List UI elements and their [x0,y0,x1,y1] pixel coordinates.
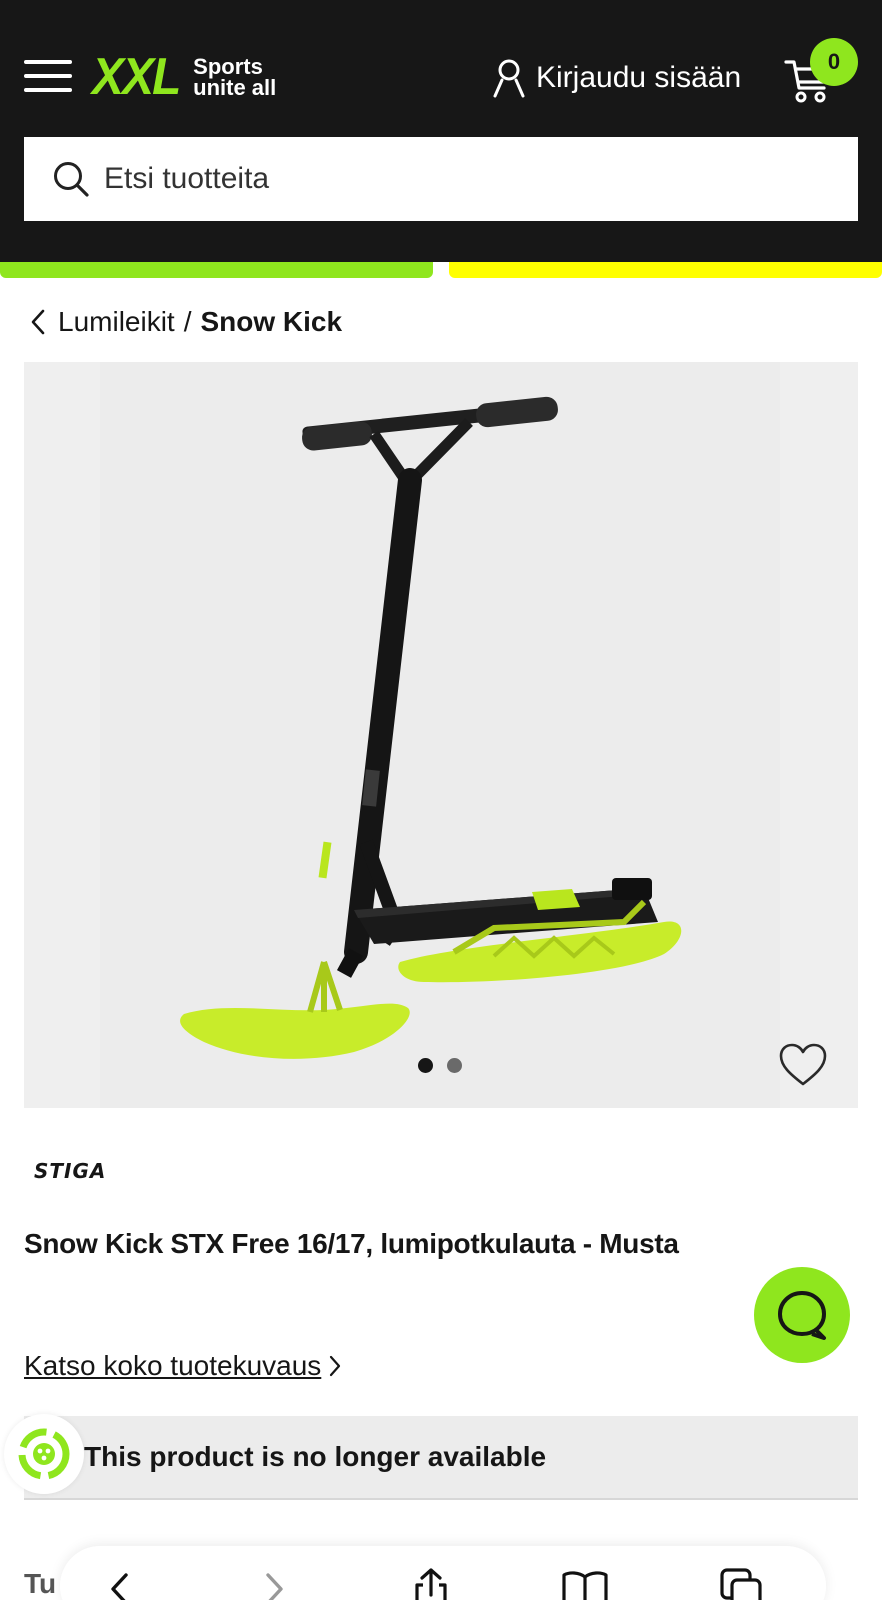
share-icon [415,1568,447,1600]
next-section-peek: Tu [24,1568,57,1599]
site-logo[interactable]: XXL Sports unite all [92,48,293,106]
product-image [100,362,780,1108]
search-input[interactable] [104,162,804,196]
breadcrumb-parent-label: Lumileikit [58,306,175,337]
menu-button[interactable] [24,58,72,94]
chat-button[interactable] [754,1267,850,1363]
book-icon [562,1571,608,1600]
gallery-dot-active[interactable] [418,1058,433,1073]
availability-message: This product is no longer available [84,1441,547,1472]
search-icon [54,162,89,197]
login-label: Kirjaudu sisään [536,61,742,94]
browser-toolbar [60,1546,826,1600]
tabs-icon [720,1568,762,1600]
heart-icon [779,1043,827,1086]
tabs-button[interactable] [716,1564,766,1600]
eco-icon [18,1428,70,1480]
eco-badge[interactable] [4,1414,84,1494]
site-header: XXL Sports unite all Kirjaudu sisään 0 [0,0,882,262]
breadcrumb: Lumileikit / Snow Kick [30,302,342,342]
chevron-right-icon [330,1355,341,1377]
chat-icon [778,1291,826,1340]
search-bar[interactable] [24,137,858,221]
availability-banner: This product is no longer available [24,1416,858,1500]
stiga-logo: STIGA [34,1159,106,1183]
bookmarks-button[interactable] [560,1564,610,1600]
full-description-link[interactable]: Katso koko tuotekuvaus [24,1350,341,1382]
chevron-left-icon [31,309,45,335]
product-title: Snow Kick STX Free 16/17, lumipotkulauta… [24,1228,679,1259]
logo-mark: XXL [92,48,181,106]
full-description-label: Katso koko tuotekuvaus [24,1350,322,1381]
logo-tagline: Sports unite all [193,54,277,100]
accent-stripe-green [0,262,433,278]
gallery-pagination [418,1058,476,1073]
browser-forward-button[interactable] [250,1564,300,1600]
breadcrumb-parent-link[interactable]: Lumileikit [30,306,175,338]
chevron-left-icon [111,1573,128,1600]
accent-stripe-yellow [449,262,882,278]
share-button[interactable] [406,1564,456,1600]
browser-back-button[interactable] [94,1564,144,1600]
gallery-dot[interactable] [447,1058,462,1073]
favorite-button[interactable] [778,1042,828,1088]
product-image-gallery[interactable] [24,362,858,1108]
breadcrumb-separator: / [183,306,192,337]
svg-text:STIGA: STIGA [34,1160,106,1182]
brand-logo[interactable]: STIGA [32,1159,116,1187]
cart-count-badge: 0 [810,38,858,86]
user-icon [493,59,525,98]
login-link[interactable]: Kirjaudu sisään [492,56,741,100]
breadcrumb-current: Snow Kick [200,306,343,337]
chevron-right-icon [266,1573,283,1600]
